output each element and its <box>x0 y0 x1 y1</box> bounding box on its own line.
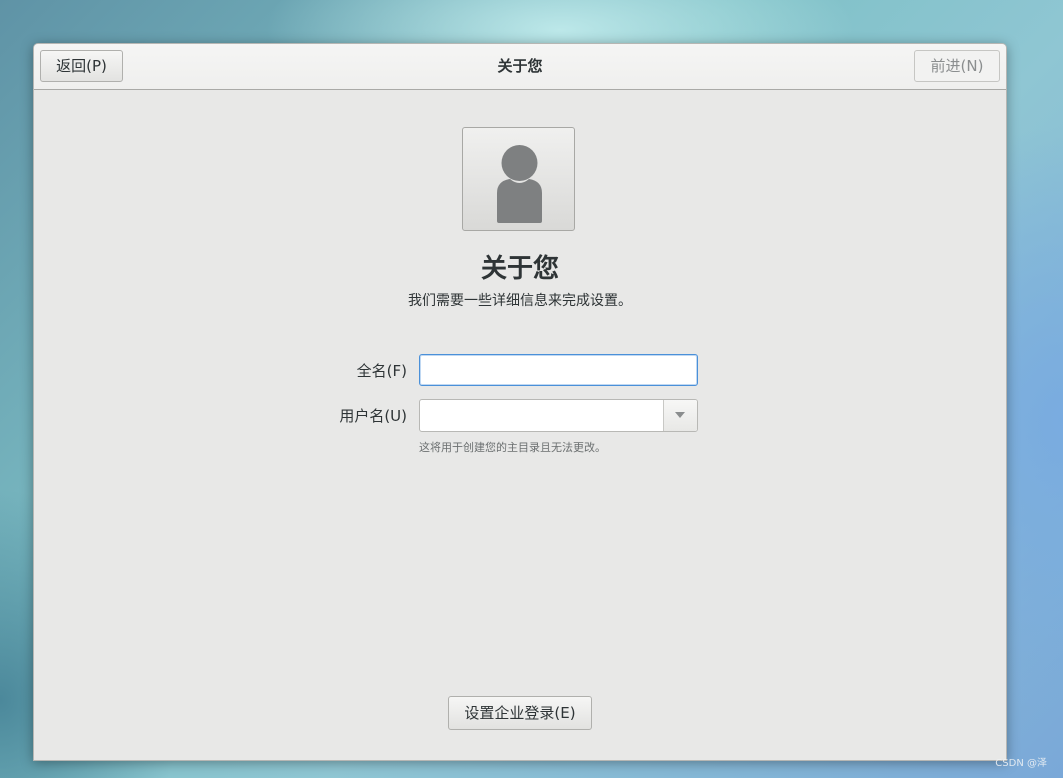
fullname-input[interactable] <box>419 354 698 386</box>
forward-button[interactable]: 前进(N) <box>914 50 1000 82</box>
username-input[interactable] <box>420 400 665 431</box>
username-hint: 这将用于创建您的主目录且无法更改。 <box>419 441 606 454</box>
username-label: 用户名(U) <box>339 407 407 425</box>
user-avatar-icon <box>497 145 542 223</box>
setup-window: 返回(P) 关于您 前进(N) 关于您 我们需要一些详细信息来完成设置。 全名(… <box>33 43 1007 761</box>
avatar-button[interactable] <box>462 127 575 231</box>
fullname-label: 全名(F) <box>356 362 407 380</box>
watermark: CSDN @泽 <box>995 758 1047 769</box>
header-bar: 返回(P) 关于您 前进(N) <box>34 44 1006 90</box>
enterprise-login-button[interactable]: 设置企业登录(E) <box>448 696 592 730</box>
desktop-background: 返回(P) 关于您 前进(N) 关于您 我们需要一些详细信息来完成设置。 全名(… <box>0 0 1063 778</box>
page-subtitle: 我们需要一些详细信息来完成设置。 <box>408 293 632 309</box>
window-title: 关于您 <box>497 57 543 75</box>
chevron-down-icon <box>675 412 685 418</box>
username-dropdown-button[interactable] <box>663 400 697 431</box>
back-button[interactable]: 返回(P) <box>40 50 123 82</box>
page-title: 关于您 <box>480 254 559 284</box>
username-combo <box>419 399 698 432</box>
